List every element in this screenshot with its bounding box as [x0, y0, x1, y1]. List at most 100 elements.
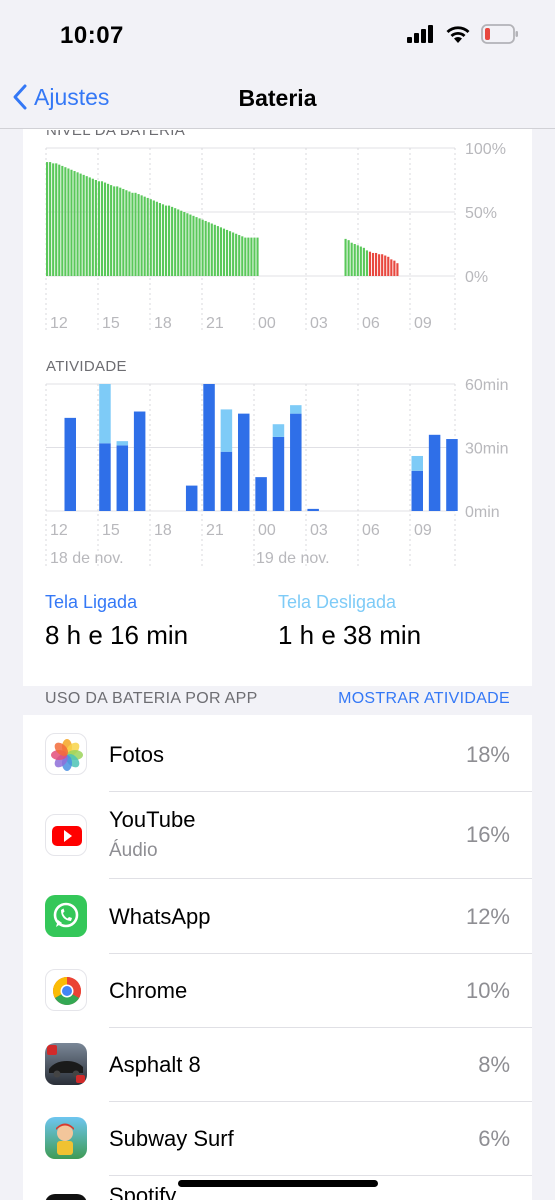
y-tick-label: 50% [465, 205, 497, 222]
battery-bar [396, 263, 399, 276]
date-label: 18 de nov. [50, 550, 124, 567]
battery-bar [344, 238, 347, 276]
battery-bar [207, 222, 210, 276]
battery-bar [183, 212, 186, 276]
x-tick-label: 15 [102, 315, 120, 332]
battery-bar [189, 214, 192, 276]
battery-bar [128, 191, 131, 276]
battery-bar [149, 199, 152, 276]
app-percentage: 8% [478, 1052, 510, 1077]
battery-bar [85, 176, 88, 276]
battery-bar [347, 240, 350, 276]
status-bar: 10:07 [0, 0, 555, 75]
battery-bar [362, 247, 365, 276]
activity-chart: 60min 30min 0min 12 15 18 21 00 03 06 09 18 de nov.… [45, 377, 509, 569]
battery-bar [73, 171, 76, 276]
app-row-spotify[interactable]: Spotify [23, 1175, 532, 1200]
screen-off-bar [116, 441, 129, 446]
screen-on-label: Tela Ligada [45, 592, 138, 612]
battery-bar [134, 192, 137, 276]
app-name: Asphalt 8 [109, 1052, 201, 1077]
app-row-asphalt-8[interactable]: Asphalt 8 8% [23, 1027, 532, 1102]
app-row-fotos[interactable]: Fotos 18% [23, 717, 532, 792]
x-tick-label: 00 [258, 522, 276, 539]
battery-bar [52, 163, 55, 276]
screen-on-bar [272, 436, 285, 511]
x-tick-label: 21 [206, 315, 224, 332]
battery-bar [232, 232, 235, 276]
battery-bar [365, 250, 368, 276]
battery-bar [244, 237, 247, 276]
battery-bar [387, 256, 390, 276]
screen-on-bar [290, 413, 302, 511]
battery-bar [64, 167, 67, 276]
x-tick-label: 12 [50, 522, 68, 539]
y-tick-label: 100% [465, 141, 506, 158]
battery-bar [55, 163, 58, 276]
screen-on-bar [255, 477, 267, 511]
app-name: YouTube [109, 807, 196, 832]
screen-off-bar [99, 384, 111, 444]
battery-bar [49, 162, 52, 276]
x-tick-label: 18 [154, 315, 172, 332]
asphalt-icon [45, 1043, 87, 1085]
screen-on-bar [185, 485, 198, 511]
y-tick-label: 60min [465, 377, 509, 394]
battery-bar [359, 246, 362, 276]
battery-bar [378, 254, 381, 276]
battery-bar [195, 217, 198, 276]
photos-icon [45, 733, 87, 775]
battery-bar [143, 196, 146, 276]
battery-bar [152, 200, 155, 276]
app-percentage: 10% [465, 978, 510, 1003]
battery-bar [88, 177, 91, 276]
battery-bar [82, 174, 85, 276]
battery-bar [219, 227, 222, 276]
battery-bar [241, 236, 244, 276]
screen-off-bar [290, 405, 302, 414]
subway-surf-icon [45, 1117, 87, 1159]
x-tick-label: 06 [362, 522, 380, 539]
x-tick-label: 03 [310, 315, 328, 332]
home-indicator [178, 1180, 378, 1187]
battery-bar [198, 218, 201, 276]
battery-bar [131, 192, 134, 276]
battery-bar [229, 231, 232, 276]
battery-bar [161, 204, 165, 276]
battery-bar [76, 172, 79, 276]
screen-off-bar [411, 455, 423, 471]
x-tick-label: 12 [50, 315, 68, 332]
battery-bar [253, 237, 256, 276]
screen-on-bar [220, 451, 233, 511]
chrome-icon [45, 969, 87, 1011]
screen-on-bar [411, 470, 423, 511]
spotify-icon [45, 1194, 87, 1200]
battery-bar [186, 213, 189, 276]
battery-bar [140, 195, 143, 276]
battery-bar [158, 203, 161, 276]
app-row-subway-surf[interactable]: Subway Surf 6% [23, 1101, 532, 1176]
battery-bar [107, 183, 110, 276]
activity-section-label: ATIVIDADE [46, 358, 127, 375]
battery-bar [119, 187, 122, 276]
battery-bar [180, 210, 183, 276]
screen-on-bar [446, 439, 458, 511]
app-name: Subway Surf [109, 1126, 234, 1151]
battery-bar [91, 178, 94, 276]
screen-off-label: Tela Desligada [278, 592, 397, 612]
wifi-icon [446, 25, 470, 43]
navigation-bar: Ajustes Bateria [0, 75, 555, 130]
battery-bar [146, 197, 149, 276]
battery-bar [381, 254, 384, 276]
app-row-youtube[interactable]: YouTube Áudio 16% [23, 792, 532, 879]
battery-bar [368, 251, 372, 276]
x-tick-label: 09 [414, 522, 432, 539]
show-activity-button[interactable]: MOSTRAR ATIVIDADE [338, 690, 510, 708]
battery-bar [58, 164, 61, 276]
battery-bar [174, 208, 177, 276]
x-tick-label: 09 [414, 315, 432, 332]
app-row-chrome[interactable]: Chrome 10% [23, 953, 532, 1028]
app-row-whatsapp[interactable]: WhatsApp 12% [23, 879, 532, 954]
battery-bar [247, 237, 250, 276]
battery-bar [390, 259, 393, 276]
